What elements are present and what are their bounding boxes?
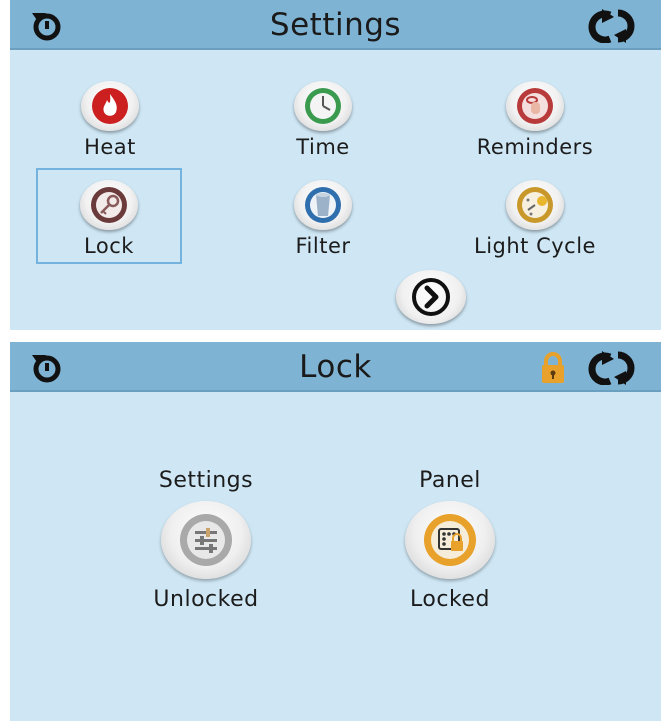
settings-sliders-icon bbox=[180, 514, 232, 566]
light-cycle-label: Light Cycle bbox=[474, 234, 596, 258]
settings-lock-control[interactable]: Settings Unlocked bbox=[111, 468, 301, 612]
key-icon bbox=[91, 187, 127, 223]
filter-label: Filter bbox=[295, 234, 351, 258]
panel-lock-control[interactable]: Panel Locked bbox=[355, 468, 545, 612]
time-label: Time bbox=[296, 135, 350, 159]
lock-tile[interactable]: Lock bbox=[39, 180, 179, 258]
padlock-icon bbox=[540, 351, 566, 385]
settings-lock-button[interactable] bbox=[161, 501, 251, 579]
reminders-button[interactable] bbox=[506, 81, 564, 131]
keypad-lock-icon bbox=[424, 514, 476, 566]
clock-icon bbox=[305, 88, 341, 124]
page-title: Settings bbox=[269, 7, 402, 43]
reminders-label: Reminders bbox=[476, 135, 594, 159]
light-cycle-button[interactable] bbox=[506, 180, 564, 230]
panel-lock-heading: Panel bbox=[419, 468, 481, 493]
lock-screen: Lock Settings Unlocked Panel Locked bbox=[10, 342, 661, 721]
heat-tile[interactable]: Heat bbox=[40, 81, 180, 159]
settings-lock-heading: Settings bbox=[158, 468, 254, 493]
lock-button[interactable] bbox=[80, 180, 138, 230]
settings-screen: Settings Heat Time Reminders Lock Filter… bbox=[10, 0, 661, 330]
refresh-icon[interactable] bbox=[584, 351, 644, 386]
time-tile[interactable]: Time bbox=[253, 81, 393, 159]
panel-lock-state: Locked bbox=[410, 587, 490, 612]
light-cycle-icon bbox=[517, 187, 553, 223]
filter-icon bbox=[305, 187, 341, 223]
time-button[interactable] bbox=[294, 81, 352, 131]
lock-label: Lock bbox=[84, 234, 134, 258]
flame-icon bbox=[92, 88, 128, 124]
reminders-tile[interactable]: Reminders bbox=[465, 81, 605, 159]
panel-lock-button[interactable] bbox=[405, 501, 495, 579]
chevron-right-icon bbox=[412, 278, 450, 316]
light-cycle-tile[interactable]: Light Cycle bbox=[465, 180, 605, 258]
next-page-button[interactable] bbox=[396, 270, 466, 324]
filter-tile[interactable]: Filter bbox=[253, 180, 393, 258]
reminder-hand-icon bbox=[517, 88, 553, 124]
settings-lock-state: Unlocked bbox=[153, 587, 259, 612]
refresh-icon[interactable] bbox=[584, 9, 644, 44]
filter-button[interactable] bbox=[294, 180, 352, 230]
heat-label: Heat bbox=[84, 135, 136, 159]
heat-button[interactable] bbox=[81, 81, 139, 131]
